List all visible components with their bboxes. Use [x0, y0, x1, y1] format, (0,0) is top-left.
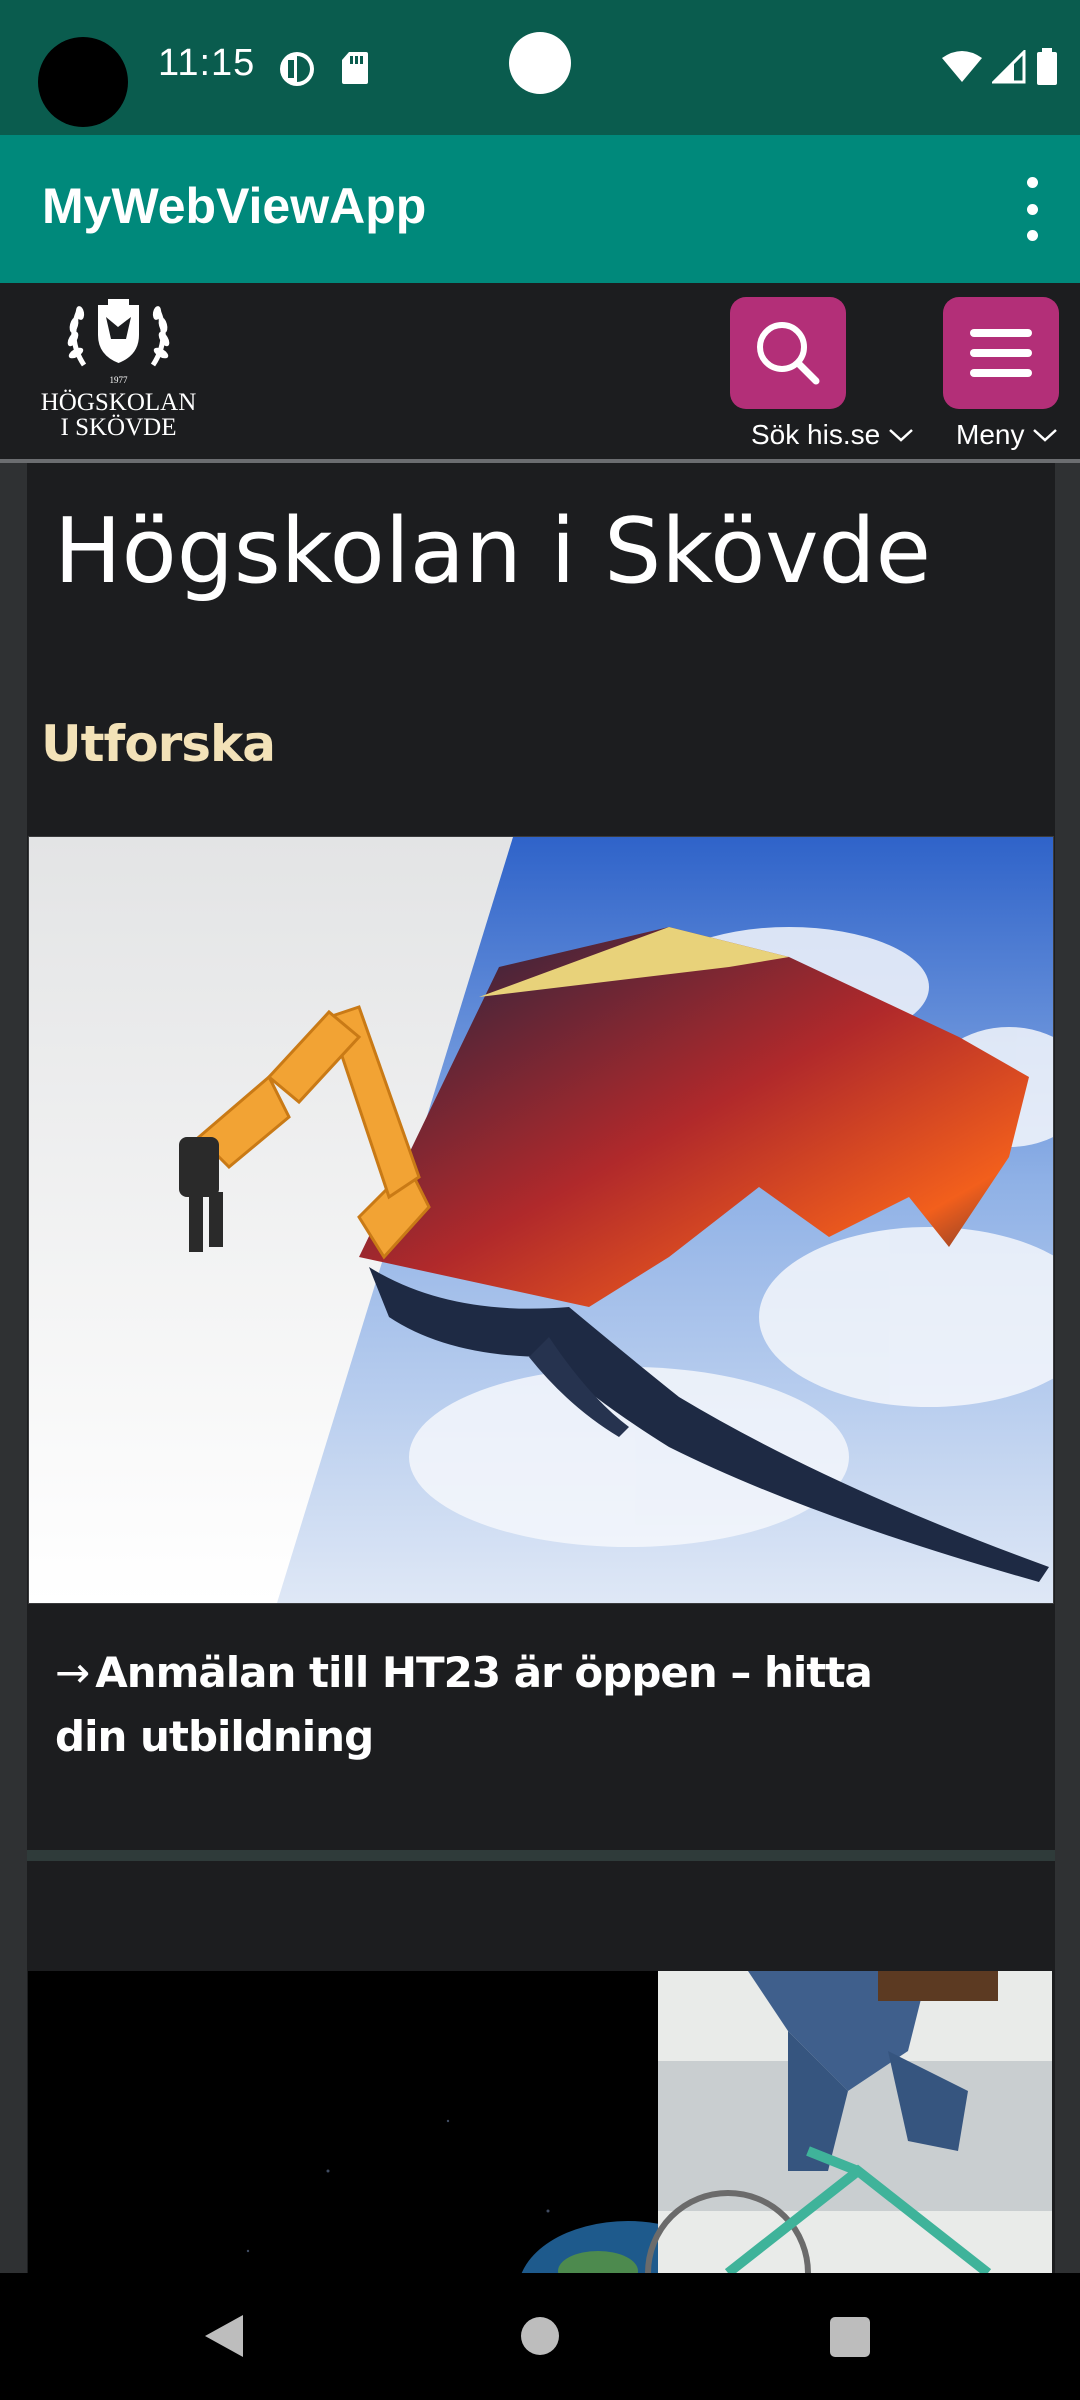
- section-heading: Utforska: [41, 715, 276, 773]
- application-link[interactable]: → Anmälan till HT23 är öppen – hitta din …: [55, 1641, 955, 1769]
- link-label: Anmälan till HT23 är öppen – hitta din u…: [55, 1648, 873, 1761]
- camera-cutout: [38, 37, 128, 127]
- chevron-down-icon: [889, 429, 914, 442]
- data-saver-icon: [278, 50, 318, 92]
- earth-and-bicycle-image[interactable]: [28, 1971, 1052, 2273]
- card-separator: [27, 1850, 1055, 1861]
- logo-line-2: I SKÖVDE: [60, 414, 177, 441]
- hamburger-menu-icon: [970, 329, 1032, 377]
- notification-dot: [509, 32, 571, 94]
- logo-line-1: HÖGSKOLAN: [40, 389, 197, 416]
- site-header: 1977 HÖGSKOLAN I SKÖVDE Sök his.se Meny: [0, 283, 1080, 463]
- home-icon[interactable]: [521, 2317, 559, 2355]
- university-logo[interactable]: 1977 HÖGSKOLAN I SKÖVDE: [36, 283, 201, 448]
- app-bar: MyWebViewApp: [0, 135, 1080, 283]
- search-label: Sök his.se: [751, 419, 881, 450]
- battery-icon: [1036, 48, 1058, 90]
- logo-year: 1977: [110, 375, 129, 385]
- search-icon: [757, 322, 820, 385]
- menu-label: Meny: [956, 419, 1025, 450]
- status-time: 11:15: [158, 42, 256, 84]
- sd-card-icon: [340, 50, 370, 90]
- robot-arm-and-dragon-image[interactable]: [28, 836, 1054, 1604]
- more-vert-icon[interactable]: [1012, 177, 1052, 241]
- signal-icon: [990, 48, 1026, 88]
- menu-button[interactable]: [943, 297, 1059, 409]
- crest-icon: 1977: [67, 299, 170, 385]
- search-button[interactable]: [730, 297, 846, 409]
- arrow-right-icon: →: [55, 1648, 90, 1697]
- back-icon[interactable]: [203, 2313, 245, 2363]
- chevron-down-icon: [1033, 429, 1058, 442]
- system-nav-bar: [0, 2273, 1080, 2400]
- search-toggle[interactable]: Sök his.se: [751, 419, 914, 451]
- recents-icon[interactable]: [830, 2317, 870, 2357]
- wifi-icon: [942, 50, 982, 88]
- menu-toggle[interactable]: Meny: [956, 419, 1058, 451]
- page-title: Högskolan i Skövde: [54, 499, 932, 604]
- status-bar: 11:15: [0, 0, 1080, 135]
- page-content: Högskolan i Skövde Utforska → Anmälan ti…: [27, 463, 1055, 2273]
- app-title: MyWebViewApp: [42, 178, 427, 234]
- logo-text: HÖGSKOLAN I SKÖVDE: [36, 390, 201, 440]
